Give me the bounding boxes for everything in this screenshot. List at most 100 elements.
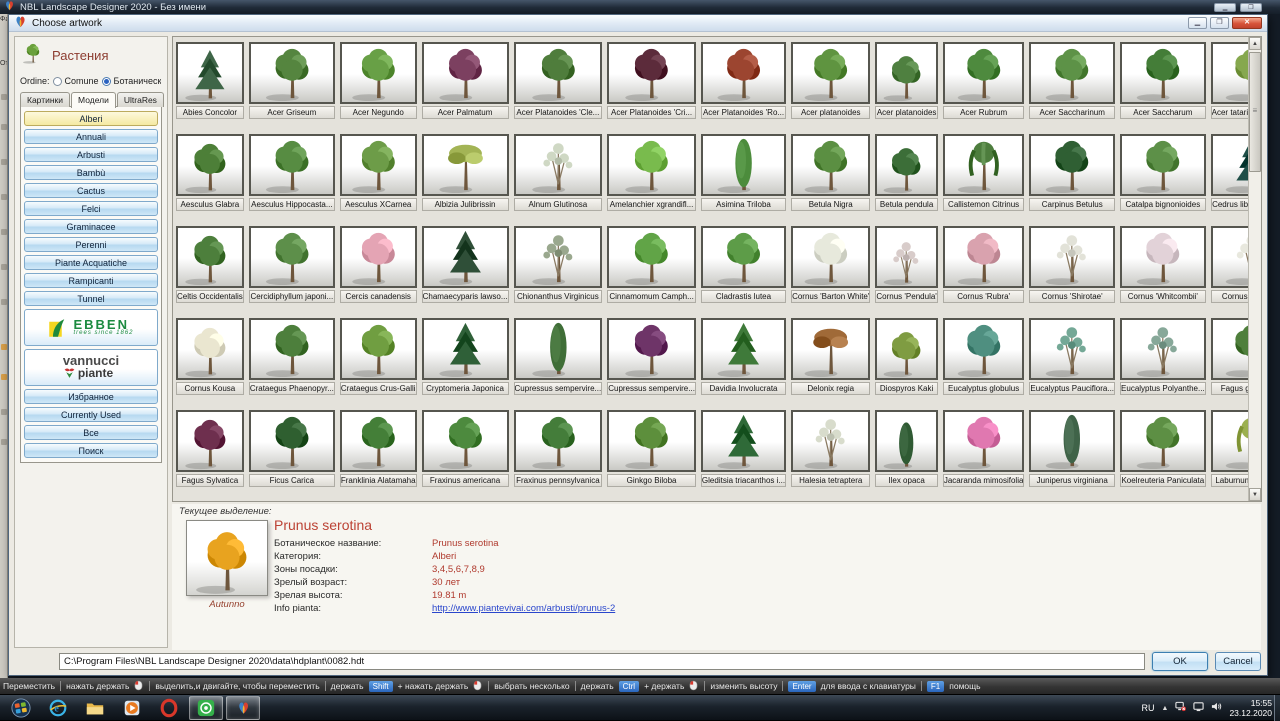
category-button-piante-acquatiche[interactable]: Piante Acquatiche	[24, 255, 158, 270]
plant-cell[interactable]: Diospyros Kaki	[874, 315, 938, 407]
plant-thumbnail[interactable]	[1211, 226, 1248, 288]
radio-label[interactable]: Ботаническ	[114, 76, 162, 86]
radio-botanico[interactable]	[102, 77, 111, 86]
dialog-titlebar[interactable]: Choose artwork ▁ ❐ ✕	[9, 15, 1267, 32]
vannucci-logo-button[interactable]: vannuccipiante	[24, 349, 158, 386]
plant-cell[interactable]: Fraxinus pennsylvanica	[513, 407, 604, 499]
plant-cell[interactable]: Fraxinus americana	[421, 407, 510, 499]
plant-thumbnail[interactable]	[1120, 318, 1206, 380]
plant-thumbnail[interactable]	[943, 42, 1025, 104]
plant-cell[interactable]: Ilex opaca	[874, 407, 938, 499]
plant-thumbnail[interactable]	[1211, 410, 1248, 472]
category-button-arbusti[interactable]: Arbusti	[24, 147, 158, 162]
show-desktop-button[interactable]	[1274, 695, 1280, 721]
plant-thumbnail[interactable]	[701, 318, 786, 380]
plant-cell[interactable]: Chionanthus Virginicus	[513, 223, 604, 315]
language-indicator[interactable]: RU	[1142, 703, 1155, 713]
plant-cell[interactable]: Carpinus Betulus	[1028, 131, 1116, 223]
plant-cell[interactable]: Cercis canadensis	[339, 223, 418, 315]
plant-cell[interactable]: Cupressus sempervire...	[606, 315, 697, 407]
plant-cell[interactable]: Crataegus Phaenopyr...	[248, 315, 336, 407]
volume-icon[interactable]	[1211, 699, 1222, 717]
hidden-icons-arrow-icon[interactable]: ▲	[1162, 705, 1169, 712]
plant-cell[interactable]: Acer Platanoides 'Cle...	[513, 39, 604, 131]
grid-scrollbar[interactable]: ▲ ▼	[1248, 37, 1261, 501]
plant-thumbnail[interactable]	[249, 226, 335, 288]
plant-thumbnail[interactable]	[701, 42, 786, 104]
network-status-icon[interactable]	[1175, 699, 1186, 717]
plant-cell[interactable]: Acer platanoides	[874, 39, 938, 131]
plant-thumbnail[interactable]	[607, 42, 696, 104]
plant-cell[interactable]: Cornus 'Shirotae'	[1028, 223, 1116, 315]
panel-button-currently-used[interactable]: Currently Used	[24, 407, 158, 422]
plant-thumbnail[interactable]	[422, 226, 509, 288]
plant-thumbnail[interactable]	[249, 410, 335, 472]
plant-thumbnail[interactable]	[607, 226, 696, 288]
plant-cell[interactable]: Cornus 'Rubra'	[942, 223, 1026, 315]
plant-thumbnail[interactable]	[340, 134, 417, 196]
taskbar-button-internet-explorer[interactable]: e	[41, 696, 75, 720]
plant-thumbnail[interactable]	[607, 410, 696, 472]
plant-thumbnail[interactable]	[340, 42, 417, 104]
plant-cell[interactable]: Acer Palmatum	[421, 39, 510, 131]
plant-cell[interactable]: Celtis Occidentalis	[175, 223, 245, 315]
plant-cell[interactable]: Acer Saccharinum	[1028, 39, 1116, 131]
scroll-up-icon[interactable]: ▲	[1249, 37, 1261, 50]
category-button-rampicanti[interactable]: Rampicanti	[24, 273, 158, 288]
plant-cell[interactable]: Acer Rubrum	[942, 39, 1026, 131]
plant-thumbnail[interactable]	[422, 410, 509, 472]
plant-cell[interactable]: Aesculus Hippocasta...	[248, 131, 336, 223]
plant-cell[interactable]: Betula pendula	[874, 131, 938, 223]
display-icon[interactable]	[1193, 699, 1204, 717]
plant-thumbnail[interactable]	[791, 226, 870, 288]
panel-button-поиск[interactable]: Поиск	[24, 443, 158, 458]
plant-thumbnail[interactable]	[422, 318, 509, 380]
plant-thumbnail[interactable]	[340, 410, 417, 472]
category-button-annuali[interactable]: Annuali	[24, 129, 158, 144]
plant-cell[interactable]: Albizia Julibrissin	[421, 131, 510, 223]
plant-cell[interactable]: Acer platanoides	[790, 39, 871, 131]
plant-thumbnail[interactable]	[340, 318, 417, 380]
taskbar-button-screen-recorder[interactable]	[189, 696, 223, 720]
plant-cell[interactable]: Laburnum xWatereri	[1210, 407, 1248, 499]
plant-cell[interactable]: Eucalyptus globulus	[942, 315, 1026, 407]
category-button-cactus[interactable]: Cactus	[24, 183, 158, 198]
plant-thumbnail[interactable]	[1029, 134, 1115, 196]
plant-cell[interactable]: Aesculus Glabra	[175, 131, 245, 223]
plant-cell[interactable]: Fagus grandifolia	[1210, 315, 1248, 407]
plant-cell[interactable]: Gleditsia triacanthos i...	[700, 407, 787, 499]
plant-cell[interactable]: Halesia tetraptera	[790, 407, 871, 499]
plant-cell[interactable]: Cornus 'Yoshino'	[1210, 223, 1248, 315]
plant-thumbnail[interactable]	[249, 42, 335, 104]
plant-cell[interactable]: Abies Concolor	[175, 39, 245, 131]
plant-cell[interactable]: Davidia Involucrata	[700, 315, 787, 407]
plant-cell[interactable]: Cryptomeria Japonica	[421, 315, 510, 407]
plant-cell[interactable]: Eucalyptus Polyanthe...	[1119, 315, 1207, 407]
plant-thumbnail[interactable]	[701, 410, 786, 472]
plant-cell[interactable]: Cornus 'Barton White'	[790, 223, 871, 315]
plant-thumbnail[interactable]	[514, 226, 603, 288]
plant-cell[interactable]: Cupressus sempervire...	[513, 315, 604, 407]
scrollbar-thumb[interactable]	[1249, 52, 1261, 172]
plant-cell[interactable]: Cercidiphyllum japoni...	[248, 223, 336, 315]
plant-thumbnail[interactable]	[1120, 410, 1206, 472]
info-pianta-link[interactable]: http://www.piantevivai.com/arbusti/prunu…	[432, 603, 615, 614]
scroll-down-icon[interactable]: ▼	[1249, 488, 1261, 501]
plant-thumbnail[interactable]	[514, 134, 603, 196]
tab-0[interactable]: Картинки	[20, 92, 70, 107]
plant-cell[interactable]: Koelreuteria Paniculata	[1119, 407, 1207, 499]
category-button-bambù[interactable]: Bambù	[24, 165, 158, 180]
plant-thumbnail[interactable]	[249, 134, 335, 196]
dialog-maximize-button[interactable]: ❐	[1210, 17, 1229, 29]
plant-cell[interactable]: Jacaranda mimosifolia	[942, 407, 1026, 499]
plant-cell[interactable]: Betula Nigra	[790, 131, 871, 223]
plant-cell[interactable]: Ginkgo Biloba	[606, 407, 697, 499]
plant-cell[interactable]: Acer Negundo	[339, 39, 418, 131]
plant-thumbnail[interactable]	[1120, 42, 1206, 104]
plant-cell[interactable]: Aesculus XCarnea	[339, 131, 418, 223]
plant-thumbnail[interactable]	[1029, 318, 1115, 380]
window-restore-button[interactable]: ❐	[1240, 3, 1262, 12]
taskbar-button-windows-explorer[interactable]	[78, 696, 112, 720]
plant-cell[interactable]: Asimina Triloba	[700, 131, 787, 223]
category-button-graminacee[interactable]: Graminacee	[24, 219, 158, 234]
